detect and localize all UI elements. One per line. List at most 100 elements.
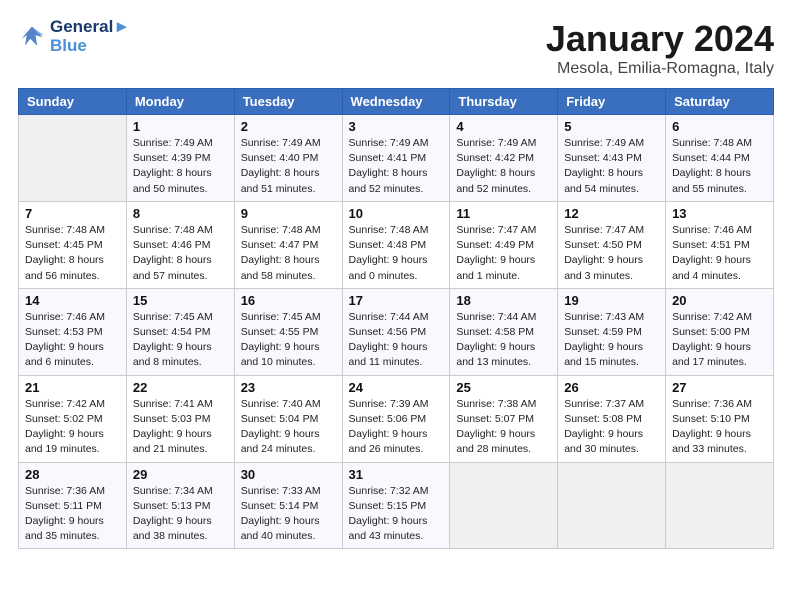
day-cell: 9 Sunrise: 7:48 AMSunset: 4:47 PMDaylight…	[234, 201, 342, 288]
day-number: 22	[133, 380, 228, 395]
day-cell: 19 Sunrise: 7:43 AMSunset: 4:59 PMDayligh…	[558, 288, 666, 375]
day-info: Sunrise: 7:36 AMSunset: 5:11 PMDaylight:…	[25, 484, 120, 545]
day-number: 26	[564, 380, 659, 395]
weekday-header-saturday: Saturday	[666, 89, 774, 115]
day-cell: 30Sunrise: 7:33 AMSunset: 5:14 PMDayligh…	[234, 462, 342, 549]
day-number: 4	[456, 119, 551, 134]
weekday-header-wednesday: Wednesday	[342, 89, 450, 115]
day-info: Sunrise: 7:49 AMSunset: 4:39 PMDaylight:…	[133, 136, 228, 197]
weekday-header-tuesday: Tuesday	[234, 89, 342, 115]
day-info: Sunrise: 7:43 AMSunset: 4:59 PMDaylight:…	[564, 310, 659, 371]
day-number: 7	[25, 206, 120, 221]
day-cell: 18Sunrise: 7:44 AMSunset: 4:58 PMDayligh…	[450, 288, 558, 375]
day-number: 10	[349, 206, 444, 221]
day-number: 14	[25, 293, 120, 308]
day-cell	[19, 115, 127, 202]
header: General► Blue January 2024 Mesola, Emili…	[18, 18, 774, 78]
day-number: 19	[564, 293, 659, 308]
week-row-2: 7 Sunrise: 7:48 AMSunset: 4:45 PMDaylight…	[19, 201, 774, 288]
day-cell: 22 Sunrise: 7:41 AMSunset: 5:03 PMDayligh…	[126, 375, 234, 462]
day-number: 12	[564, 206, 659, 221]
location: Mesola, Emilia-Romagna, Italy	[546, 60, 774, 78]
week-row-1: 1 Sunrise: 7:49 AMSunset: 4:39 PMDaylight…	[19, 115, 774, 202]
day-number: 17	[349, 293, 444, 308]
weekday-header-row: SundayMondayTuesdayWednesdayThursdayFrid…	[19, 89, 774, 115]
day-info: Sunrise: 7:41 AMSunset: 5:03 PMDaylight:…	[133, 397, 228, 458]
day-cell	[558, 462, 666, 549]
day-info: Sunrise: 7:42 AMSunset: 5:02 PMDaylight:…	[25, 397, 120, 458]
day-info: Sunrise: 7:44 AMSunset: 4:56 PMDaylight:…	[349, 310, 444, 371]
weekday-header-friday: Friday	[558, 89, 666, 115]
day-info: Sunrise: 7:47 AMSunset: 4:49 PMDaylight:…	[456, 223, 551, 284]
weekday-header-sunday: Sunday	[19, 89, 127, 115]
day-cell: 25 Sunrise: 7:38 AMSunset: 5:07 PMDayligh…	[450, 375, 558, 462]
day-cell: 6 Sunrise: 7:48 AMSunset: 4:44 PMDaylight…	[666, 115, 774, 202]
week-row-3: 14 Sunrise: 7:46 AMSunset: 4:53 PMDayligh…	[19, 288, 774, 375]
day-cell: 13Sunrise: 7:46 AMSunset: 4:51 PMDayligh…	[666, 201, 774, 288]
day-number: 15	[133, 293, 228, 308]
logo-icon	[18, 23, 46, 51]
logo-text: General► Blue	[50, 18, 130, 55]
week-row-5: 28 Sunrise: 7:36 AMSunset: 5:11 PMDayligh…	[19, 462, 774, 549]
day-info: Sunrise: 7:48 AMSunset: 4:47 PMDaylight:…	[241, 223, 336, 284]
day-info: Sunrise: 7:49 AMSunset: 4:43 PMDaylight:…	[564, 136, 659, 197]
day-cell: 17 Sunrise: 7:44 AMSunset: 4:56 PMDayligh…	[342, 288, 450, 375]
day-cell: 16Sunrise: 7:45 AMSunset: 4:55 PMDayligh…	[234, 288, 342, 375]
day-info: Sunrise: 7:40 AMSunset: 5:04 PMDaylight:…	[241, 397, 336, 458]
day-cell: 29Sunrise: 7:34 AMSunset: 5:13 PMDayligh…	[126, 462, 234, 549]
day-number: 25	[456, 380, 551, 395]
day-cell: 12Sunrise: 7:47 AMSunset: 4:50 PMDayligh…	[558, 201, 666, 288]
day-number: 27	[672, 380, 767, 395]
title-section: January 2024 Mesola, Emilia-Romagna, Ita…	[546, 18, 774, 78]
day-number: 9	[241, 206, 336, 221]
day-info: Sunrise: 7:37 AMSunset: 5:08 PMDaylight:…	[564, 397, 659, 458]
day-info: Sunrise: 7:36 AMSunset: 5:10 PMDaylight:…	[672, 397, 767, 458]
day-cell: 4 Sunrise: 7:49 AMSunset: 4:42 PMDaylight…	[450, 115, 558, 202]
day-number: 8	[133, 206, 228, 221]
day-cell: 15 Sunrise: 7:45 AMSunset: 4:54 PMDayligh…	[126, 288, 234, 375]
day-info: Sunrise: 7:48 AMSunset: 4:46 PMDaylight:…	[133, 223, 228, 284]
day-cell	[666, 462, 774, 549]
day-info: Sunrise: 7:48 AMSunset: 4:44 PMDaylight:…	[672, 136, 767, 197]
day-cell: 10Sunrise: 7:48 AMSunset: 4:48 PMDayligh…	[342, 201, 450, 288]
day-number: 29	[133, 467, 228, 482]
day-number: 16	[241, 293, 336, 308]
day-info: Sunrise: 7:49 AMSunset: 4:42 PMDaylight:…	[456, 136, 551, 197]
day-cell: 5Sunrise: 7:49 AMSunset: 4:43 PMDaylight…	[558, 115, 666, 202]
day-number: 6	[672, 119, 767, 134]
month-title: January 2024	[546, 18, 774, 60]
logo: General► Blue	[18, 18, 130, 55]
day-cell: 20Sunrise: 7:42 AMSunset: 5:00 PMDayligh…	[666, 288, 774, 375]
calendar-table: SundayMondayTuesdayWednesdayThursdayFrid…	[18, 88, 774, 549]
day-cell: 3 Sunrise: 7:49 AMSunset: 4:41 PMDaylight…	[342, 115, 450, 202]
day-info: Sunrise: 7:39 AMSunset: 5:06 PMDaylight:…	[349, 397, 444, 458]
day-cell: 11 Sunrise: 7:47 AMSunset: 4:49 PMDayligh…	[450, 201, 558, 288]
day-number: 30	[241, 467, 336, 482]
day-info: Sunrise: 7:46 AMSunset: 4:51 PMDaylight:…	[672, 223, 767, 284]
day-cell: 14 Sunrise: 7:46 AMSunset: 4:53 PMDayligh…	[19, 288, 127, 375]
day-number: 2	[241, 119, 336, 134]
day-cell: 2 Sunrise: 7:49 AMSunset: 4:40 PMDaylight…	[234, 115, 342, 202]
weekday-header-thursday: Thursday	[450, 89, 558, 115]
day-number: 31	[349, 467, 444, 482]
day-info: Sunrise: 7:45 AMSunset: 4:54 PMDaylight:…	[133, 310, 228, 371]
day-info: Sunrise: 7:38 AMSunset: 5:07 PMDaylight:…	[456, 397, 551, 458]
day-info: Sunrise: 7:48 AMSunset: 4:45 PMDaylight:…	[25, 223, 120, 284]
day-info: Sunrise: 7:32 AMSunset: 5:15 PMDaylight:…	[349, 484, 444, 545]
day-number: 1	[133, 119, 228, 134]
day-info: Sunrise: 7:49 AMSunset: 4:41 PMDaylight:…	[349, 136, 444, 197]
day-number: 18	[456, 293, 551, 308]
page: General► Blue January 2024 Mesola, Emili…	[0, 0, 792, 612]
day-cell: 28 Sunrise: 7:36 AMSunset: 5:11 PMDayligh…	[19, 462, 127, 549]
day-info: Sunrise: 7:49 AMSunset: 4:40 PMDaylight:…	[241, 136, 336, 197]
day-number: 28	[25, 467, 120, 482]
day-cell: 31 Sunrise: 7:32 AMSunset: 5:15 PMDayligh…	[342, 462, 450, 549]
day-number: 23	[241, 380, 336, 395]
day-cell: 24 Sunrise: 7:39 AMSunset: 5:06 PMDayligh…	[342, 375, 450, 462]
day-cell: 1 Sunrise: 7:49 AMSunset: 4:39 PMDaylight…	[126, 115, 234, 202]
day-number: 24	[349, 380, 444, 395]
day-number: 11	[456, 206, 551, 221]
day-info: Sunrise: 7:46 AMSunset: 4:53 PMDaylight:…	[25, 310, 120, 371]
day-cell: 7 Sunrise: 7:48 AMSunset: 4:45 PMDaylight…	[19, 201, 127, 288]
day-number: 3	[349, 119, 444, 134]
